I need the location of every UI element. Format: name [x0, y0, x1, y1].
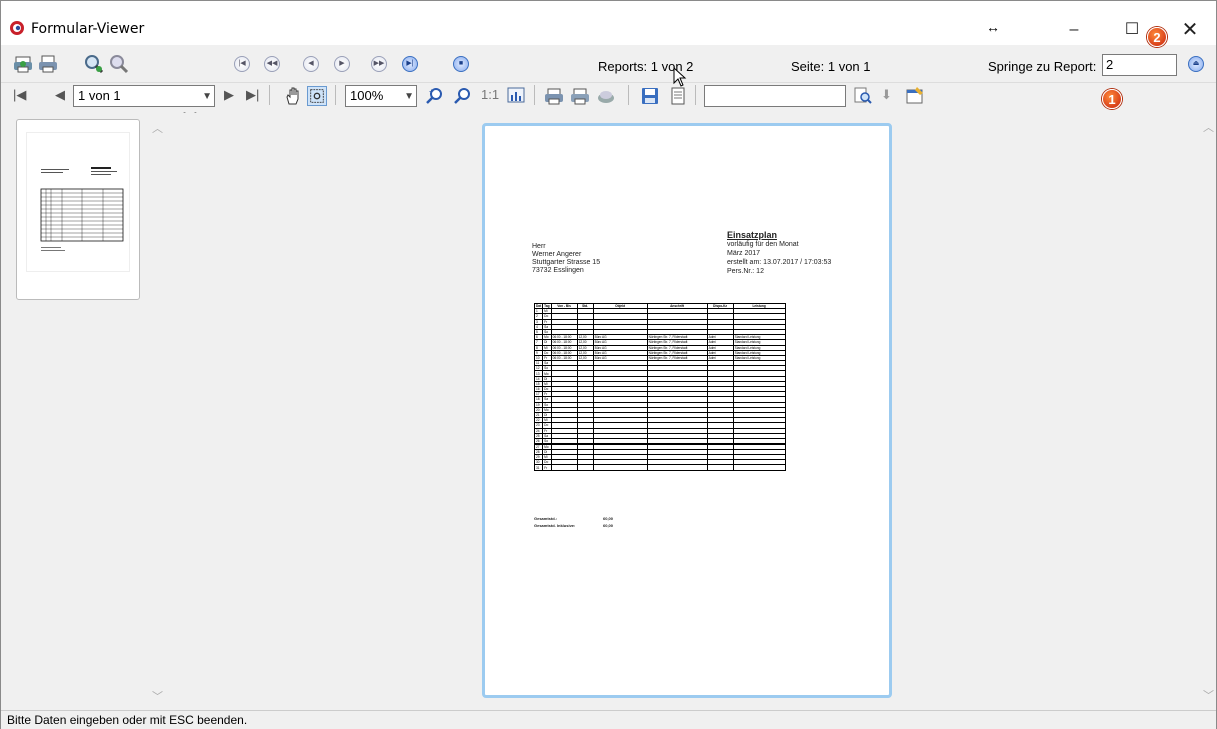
- properties-icon[interactable]: [905, 86, 925, 106]
- print-preview-icon[interactable]: [13, 54, 33, 74]
- total-value: 60,00: [603, 523, 614, 528]
- address-line: Herr: [532, 243, 546, 250]
- table-cell: [576, 464, 594, 471]
- toolbar-separator: [335, 85, 336, 105]
- scroll-down-icon[interactable]: ﹀: [152, 688, 163, 704]
- table-cell: [592, 464, 648, 471]
- table-body: 1 Mi 2 Do 3 Fr 4 Sa 5 So 6 Mo 06:00 - 18:00 12,00 Büro…: [533, 308, 786, 471]
- last-report-icon[interactable]: ▶|: [402, 56, 418, 72]
- page-counter: Seite: 1 von 1: [791, 59, 871, 74]
- scroll-down-icon[interactable]: ﹀: [1203, 687, 1214, 703]
- next-page-icon[interactable]: ▶: [224, 87, 234, 103]
- table-cell: [550, 464, 578, 471]
- close-button[interactable]: ✕: [1167, 15, 1213, 45]
- title-bar: Formular-Viewer ↔ – ☐ ✕: [1, 1, 1216, 45]
- last-page-icon[interactable]: ▶|: [246, 87, 259, 103]
- table-header-cell: Tag: [542, 302, 552, 310]
- next-report-icon[interactable]: ▶: [334, 56, 350, 72]
- zoom-out-icon[interactable]: [109, 54, 129, 74]
- document-meta: vorläufig für den Monat: [727, 241, 799, 248]
- svg-text:+: +: [429, 87, 434, 96]
- status-message: Bitte Daten eingeben oder mit ESC beende…: [7, 713, 248, 727]
- forward-report-icon[interactable]: ▶▶: [371, 56, 387, 72]
- search-input[interactable]: [704, 85, 846, 107]
- toolbar-separator: [628, 85, 629, 105]
- page-select-value: 1 von 1: [78, 88, 121, 103]
- status-bar: Bitte Daten eingeben oder mit ESC beende…: [1, 710, 1216, 729]
- rewind-report-icon[interactable]: ◀◀: [264, 56, 280, 72]
- table-cell: [732, 464, 786, 471]
- actual-size-page-button[interactable]: 1:1: [481, 87, 499, 102]
- toolbar-separator: [269, 85, 270, 105]
- schedule-table: Dat Tag Von - Bis Std. Objekt Anschrift Dispo-…: [533, 302, 786, 471]
- table-cell: Fr: [542, 464, 552, 471]
- zoom-out-page-icon[interactable]: [453, 86, 473, 106]
- page-select[interactable]: 1 von 1 ▼: [73, 85, 215, 107]
- search-icon[interactable]: [853, 86, 873, 106]
- first-report-icon[interactable]: |◀: [234, 56, 250, 72]
- resize-arrows-icon: ↔: [986, 19, 1000, 35]
- zoom-in-page-icon[interactable]: +: [425, 86, 445, 106]
- document-scrollbar[interactable]: ︿ ﹀: [1200, 113, 1217, 709]
- print-icon[interactable]: [38, 54, 58, 74]
- document-meta: März 2017: [727, 250, 761, 257]
- zoom-select-icon[interactable]: [307, 86, 327, 106]
- print-settings-icon[interactable]: [570, 86, 590, 106]
- minimize-button[interactable]: –: [1051, 15, 1097, 45]
- save-icon[interactable]: [640, 86, 660, 106]
- formular-viewer-window: Formular-Viewer ↔ – ☐ ✕ 2 1:1 |◀ ◀◀ ◀ ▶ …: [0, 0, 1217, 729]
- mouse-cursor-icon: [673, 67, 687, 87]
- scroll-up-icon[interactable]: ︿: [1203, 119, 1214, 135]
- page-thumbnail[interactable]: [16, 119, 140, 300]
- stop-icon[interactable]: ■: [453, 56, 469, 72]
- toolbar-separator: [695, 85, 696, 105]
- chevron-down-icon: ▼: [202, 91, 212, 102]
- table-row: 31 Fr: [533, 464, 786, 471]
- app-logo-icon: [10, 21, 24, 35]
- address-line: Stuttgarter Strasse 15: [532, 259, 601, 266]
- document-title: Einsatzplan: [727, 230, 778, 240]
- jump-to-report-input[interactable]: 2: [1102, 54, 1177, 76]
- table-cell: [706, 464, 734, 471]
- zoom-select[interactable]: 100% ▼: [345, 85, 417, 107]
- chevron-down-icon: ▼: [404, 91, 414, 102]
- hand-tool-icon[interactable]: [283, 86, 303, 106]
- zoom-select-value: 100%: [350, 88, 384, 103]
- table-cell: [646, 464, 708, 471]
- page-setup-icon[interactable]: [668, 86, 688, 106]
- toolbar-separator: [534, 85, 535, 105]
- scroll-up-icon[interactable]: ︿: [152, 120, 163, 136]
- export-icon[interactable]: [596, 86, 616, 106]
- zoom-in-icon[interactable]: [84, 54, 104, 74]
- address-line: 73732 Esslingen: [532, 267, 584, 274]
- jump-to-report-label: Springe zu Report:: [988, 59, 1097, 74]
- document-meta: erstellt am: 13.07.2017 / 17:03:53: [727, 259, 832, 266]
- window-title: Formular-Viewer: [31, 21, 145, 37]
- document-meta: Pers.Nr.: 12: [727, 268, 764, 275]
- previous-page-icon[interactable]: ◀: [55, 87, 65, 103]
- thumbnail-page-preview: [26, 132, 130, 272]
- thumbnail-preview-graphic: [40, 167, 124, 251]
- table-cell: 31: [533, 464, 544, 471]
- annotation-badge-2: 2: [1147, 27, 1167, 47]
- total-label: Gesamtstd. Inklusive:: [534, 523, 576, 528]
- address-line: Werner Angerer: [532, 251, 582, 258]
- go-to-report-button[interactable]: ⏏: [1188, 56, 1204, 72]
- print-page-icon[interactable]: [544, 86, 564, 106]
- thumbnail-scrollbar[interactable]: ︿ ﹀: [149, 114, 167, 708]
- chart-icon[interactable]: [506, 86, 526, 106]
- first-page-icon[interactable]: |◀: [13, 87, 26, 103]
- previous-report-icon[interactable]: ◀: [303, 56, 319, 72]
- report-page: Herr Werner Angerer Stuttgarter Strasse …: [482, 123, 892, 698]
- search-next-icon[interactable]: ⬇: [881, 87, 892, 103]
